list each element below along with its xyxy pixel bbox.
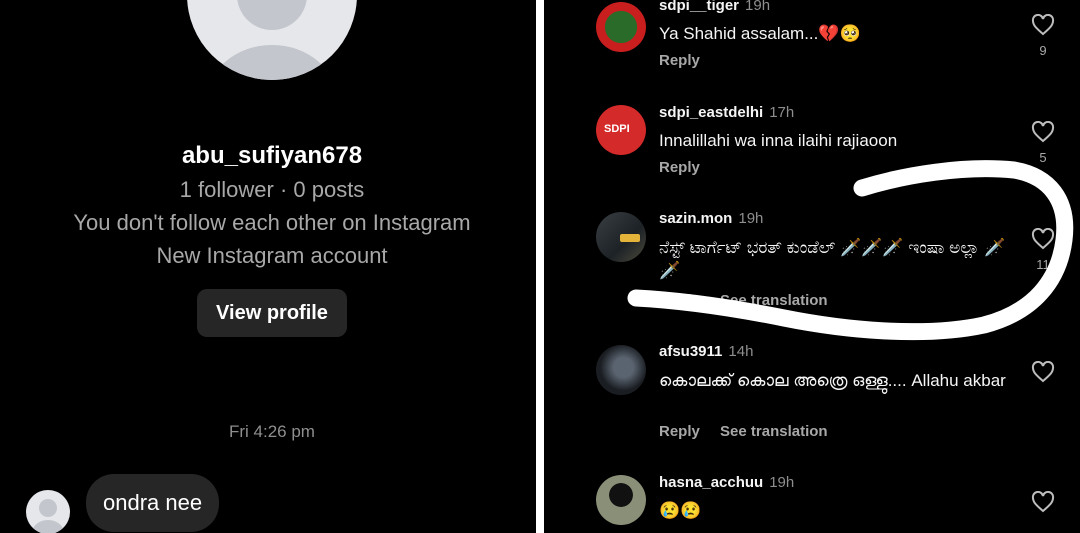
- comment-text: Ya Shahid assalam...💔🥺: [659, 24, 861, 43]
- comment-time: 17h: [769, 104, 795, 121]
- heart-icon[interactable]: [1031, 121, 1055, 143]
- reply-button[interactable]: Reply: [659, 52, 700, 69]
- comment-avatar[interactable]: [596, 475, 646, 525]
- see-translation-link[interactable]: See translation: [720, 423, 828, 440]
- comment-text: 😢😢: [659, 501, 702, 520]
- comment-username[interactable]: sdpi_eastdelhi 17h: [659, 104, 794, 121]
- comment-actions: Reply: [659, 159, 716, 176]
- comment-avatar[interactable]: [596, 212, 646, 262]
- comment-actions: Reply: [659, 52, 716, 69]
- see-translation-link[interactable]: See translation: [720, 292, 828, 309]
- heart-icon[interactable]: [1031, 14, 1055, 36]
- profile-username: abu_sufiyan678: [181, 142, 363, 169]
- comment-username[interactable]: afsu3911 14h: [659, 343, 753, 360]
- message-timestamp: Fri 4:26 pm: [229, 422, 315, 441]
- profile-stats: 1 follower · 0 posts: [179, 177, 365, 202]
- heart-icon[interactable]: [1031, 491, 1055, 513]
- reply-button[interactable]: Reply: [659, 292, 700, 309]
- comment-username-text[interactable]: hasna_acchuu: [659, 474, 763, 491]
- comment-time: 19h: [769, 474, 795, 491]
- like-count: 11: [1036, 257, 1050, 272]
- image-divider: [536, 0, 544, 533]
- comment-username-text[interactable]: sdpi__tiger: [659, 0, 739, 14]
- comment-username-text[interactable]: sazin.mon: [659, 210, 732, 227]
- comment-username[interactable]: sdpi__tiger 19h: [659, 0, 770, 14]
- message-bubble[interactable]: ondra nee: [86, 474, 220, 532]
- comment-text: കൊലക്ക് കൊല അത്രെ ഒള്ളു.... Allahu akbar: [659, 371, 1006, 390]
- dm-panel: abu_sufiyan678 1 follower · 0 posts You …: [0, 0, 536, 533]
- comment-time: 19h: [745, 0, 771, 14]
- heart-icon[interactable]: [1031, 228, 1055, 250]
- comment-text: ನೆಸ್ಟ್ ಟಾರ್ಗೆಟ್ ಭರತ್ ಕುಂಡೆಲ್ 🗡️🗡️🗡️ ಇಂಷಾ…: [659, 238, 1006, 280]
- comment-username[interactable]: hasna_acchuu 19h: [659, 474, 794, 491]
- comment-time: 14h: [728, 343, 754, 360]
- like-count: 5: [1039, 150, 1047, 165]
- heart-icon[interactable]: [1031, 361, 1055, 383]
- comment-actions: Reply See translation: [659, 423, 844, 440]
- comment-username-text[interactable]: afsu3911: [659, 343, 722, 360]
- comments-panel: sdpi__tiger 19h Ya Shahid assalam...💔🥺 Re…: [544, 0, 1080, 533]
- default-avatar-icon: [39, 499, 57, 517]
- account-note: New Instagram account: [156, 243, 388, 268]
- comment-avatar[interactable]: [596, 2, 646, 52]
- comment-username-text[interactable]: sdpi_eastdelhi: [659, 104, 763, 121]
- comment-avatar[interactable]: SDPI: [596, 105, 646, 155]
- like-count: 9: [1039, 43, 1047, 58]
- comment-text: Innalillahi wa inna ilaihi rajiaoon: [659, 131, 898, 150]
- comment-time: 19h: [738, 210, 764, 227]
- comment-avatar[interactable]: [596, 345, 646, 395]
- reply-button[interactable]: Reply: [659, 159, 700, 176]
- comment-actions: Reply See translation: [659, 292, 844, 309]
- sender-avatar[interactable]: [26, 490, 70, 533]
- comment-username[interactable]: sazin.mon 19h: [659, 210, 763, 227]
- default-avatar-icon: [237, 0, 307, 30]
- view-profile-button[interactable]: View profile: [197, 289, 347, 337]
- reply-button[interactable]: Reply: [659, 423, 700, 440]
- follow-relation: You don't follow each other on Instagram: [73, 210, 471, 235]
- profile-avatar[interactable]: [187, 0, 357, 80]
